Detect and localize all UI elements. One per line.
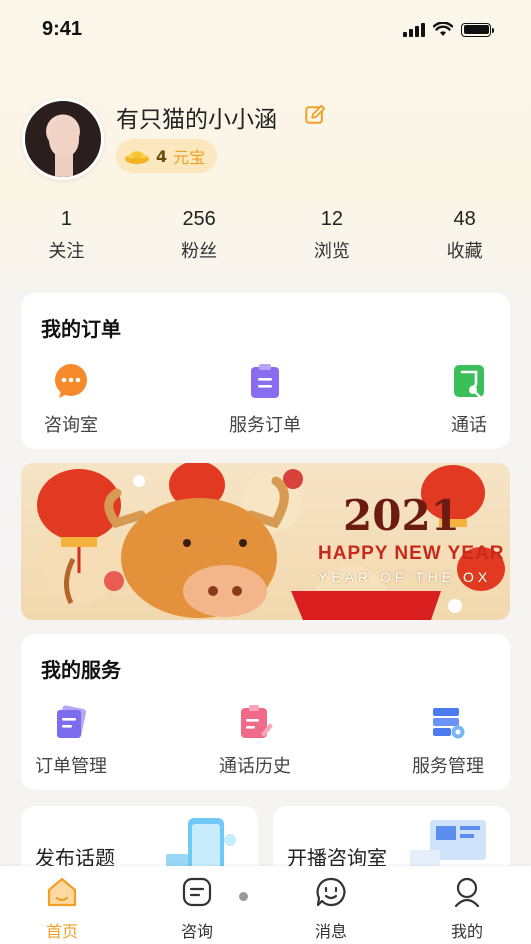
tab-profile[interactable]: 我的	[427, 876, 507, 942]
banner-year: 2021	[343, 491, 460, 540]
stat-label: 粉丝	[181, 241, 218, 262]
new-year-banner[interactable]: 2021 HAPPY NEW YEAR YEAR OF THE OX	[21, 463, 510, 620]
service-order-manage[interactable]: 订单管理	[31, 704, 111, 778]
coin-badge[interactable]: 4 元宝	[116, 139, 218, 173]
username: 有只猫的小小涵	[116, 107, 277, 133]
entry-label: 服务订单	[229, 415, 301, 436]
banner-illustration	[37, 463, 505, 620]
stat-value: 1	[60, 208, 72, 230]
stat-label: 浏览	[313, 241, 350, 262]
order-calls[interactable]: 通话	[447, 363, 491, 437]
tab-label: 消息	[314, 922, 347, 941]
status-bar: 9:41	[0, 0, 531, 62]
consult-icon	[182, 877, 212, 907]
coin-unit: 元宝	[173, 148, 206, 167]
tab-messages[interactable]: 消息	[291, 876, 371, 942]
order-service-orders[interactable]: 服务订单	[225, 363, 305, 437]
order-consult-room[interactable]: 咨询室	[39, 363, 103, 437]
service-manage-icon	[433, 708, 465, 739]
avatar[interactable]	[22, 98, 104, 180]
clipboard-icon	[251, 364, 279, 398]
service-call-history[interactable]: 通话历史	[215, 704, 295, 778]
tab-consult[interactable]: 咨询	[157, 876, 237, 942]
entry-label: 咨询室	[44, 415, 98, 436]
status-icons	[403, 22, 494, 37]
banner-subtitle: YEAR OF THE OX	[318, 569, 492, 585]
battery-icon	[461, 22, 494, 37]
stat-label: 关注	[48, 241, 85, 262]
stat-favorites[interactable]: 48 收藏	[398, 208, 531, 263]
status-time: 9:41	[42, 18, 83, 40]
stat-value: 256	[182, 208, 216, 230]
profile-icon	[454, 877, 480, 908]
order-manage-icon	[57, 705, 87, 738]
banner-greeting: HAPPY NEW YEAR	[318, 543, 505, 564]
stat-views[interactable]: 12 浏览	[266, 208, 399, 263]
edit-icon[interactable]	[304, 104, 326, 126]
wifi-icon	[433, 22, 453, 36]
call-history-icon	[241, 705, 273, 738]
gold-ingot-icon	[125, 151, 149, 164]
entry-label: 服务管理	[412, 756, 484, 777]
coin-count: 4	[156, 146, 168, 166]
unread-dot	[239, 892, 248, 901]
chat-bubble-icon	[55, 364, 87, 398]
tab-home[interactable]: 首页	[22, 876, 102, 942]
stat-label: 收藏	[446, 241, 483, 262]
stat-value: 12	[320, 208, 343, 230]
profile-stats: 1 关注 256 粉丝 12 浏览 48 收藏	[0, 208, 531, 263]
message-icon	[316, 877, 346, 907]
stat-following[interactable]: 1 关注	[0, 208, 133, 263]
services-title: 我的服务	[41, 658, 121, 682]
entry-label: 通话	[451, 415, 487, 436]
stat-followers[interactable]: 256 粉丝	[133, 208, 266, 263]
stat-value: 48	[453, 208, 476, 230]
entry-label: 订单管理	[35, 756, 107, 777]
bottom-tab-bar: 首页 咨询 消息 我的	[0, 866, 531, 944]
tab-label: 我的	[450, 922, 483, 941]
tab-label: 咨询	[180, 922, 213, 941]
my-orders-card: 我的订单 咨询室 服务订单 通话	[21, 293, 510, 449]
signal-icon	[403, 22, 425, 37]
service-manage[interactable]: 服务管理	[408, 704, 488, 778]
orders-title: 我的订单	[41, 317, 121, 341]
tab-label: 首页	[45, 922, 78, 941]
home-icon	[47, 877, 77, 907]
phone-record-icon	[454, 365, 484, 399]
entry-label: 通话历史	[219, 756, 291, 777]
my-services-card: 我的服务 订单管理 通话历史 服务管理	[21, 634, 510, 790]
